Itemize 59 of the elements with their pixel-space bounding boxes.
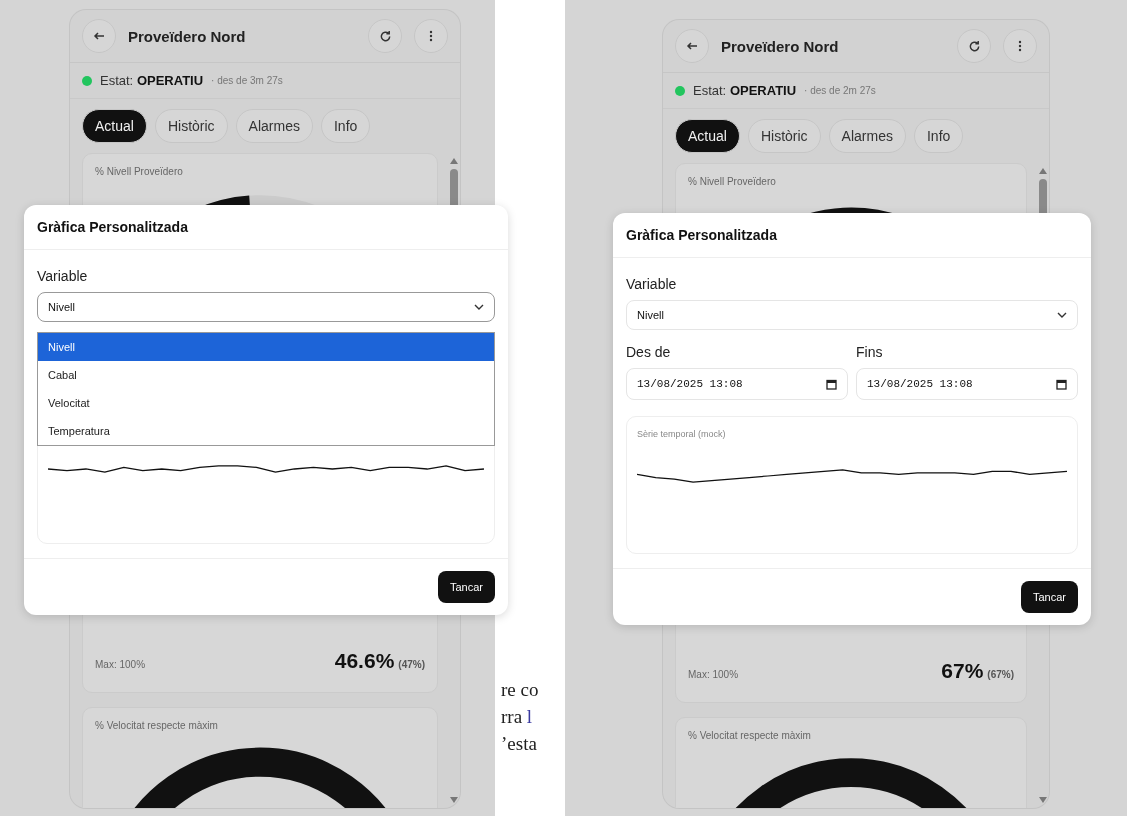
datetime-field[interactable]: 13/08/2025 13:08 — [856, 368, 1078, 400]
gauge-title: % Nivell Proveïdero — [688, 176, 777, 187]
tab[interactable]: Històric — [154, 109, 228, 143]
close-button[interactable]: Tancar — [437, 571, 495, 603]
document-text: re co — [501, 678, 540, 702]
field-label: Variable — [626, 276, 678, 292]
tab[interactable]: Actual — [82, 109, 147, 143]
status-text: Estat: OPERATIU — [100, 73, 204, 88]
tab[interactable]: Històric — [747, 119, 821, 153]
tab[interactable]: Info — [913, 119, 964, 153]
document-text: ’esta — [501, 732, 538, 756]
field-label: Des de — [626, 344, 672, 360]
calendar-icon — [1056, 378, 1067, 390]
gauge-value: 67% — [941, 659, 984, 682]
tab[interactable]: Info — [320, 109, 371, 143]
screen-title: Proveïdero Nord — [128, 27, 247, 45]
document-link[interactable]: l — [526, 706, 533, 727]
status-text: Estat: OPERATIU — [693, 83, 797, 98]
gauge-max: Max: 100% — [688, 669, 739, 680]
gauge-title: % Velocitat respecte màxim — [688, 730, 812, 741]
tab[interactable]: Actual — [675, 119, 740, 153]
refresh-button[interactable] — [957, 29, 991, 63]
field-label: Fins — [856, 344, 884, 360]
dialog-title: Gràfica Personalitzada — [613, 213, 1091, 258]
more-vertical-icon — [429, 30, 433, 42]
dropdown-option[interactable]: Nivell — [38, 333, 494, 361]
gauge-rounded-value: (67%) — [987, 669, 1014, 680]
datetime-field[interactable]: 13/08/2025 13:08 — [626, 368, 848, 400]
more-vertical-icon — [1018, 40, 1022, 52]
back-arrow-icon — [686, 41, 698, 51]
gauge-title: % Nivell Proveïdero — [95, 166, 184, 177]
field-label: Variable — [37, 268, 89, 284]
chevron-down-icon — [474, 304, 484, 310]
tab[interactable]: Alarmes — [828, 119, 906, 153]
refresh-button[interactable] — [368, 19, 402, 53]
variable-select[interactable]: Nivell — [626, 300, 1078, 330]
screen-title: Proveïdero Nord — [721, 37, 840, 55]
variable-select[interactable]: Nivell — [37, 292, 495, 322]
refresh-icon — [967, 39, 981, 53]
chart-label: Sèrie temporal (mock) — [637, 429, 727, 439]
back-button[interactable] — [675, 29, 709, 63]
status-duration: · des de 3m 27s — [211, 75, 283, 86]
document-text: rra l — [501, 705, 534, 729]
status-duration: · des de 2m 27s — [804, 85, 876, 96]
calendar-icon — [826, 378, 837, 390]
back-arrow-icon — [93, 31, 105, 41]
scroll-down-icon[interactable] — [449, 796, 459, 804]
scroll-down-icon[interactable] — [1038, 796, 1048, 804]
chevron-down-icon — [1057, 312, 1067, 318]
gauge-max: Max: 100% — [95, 659, 146, 670]
close-button[interactable]: Tancar — [1020, 581, 1078, 613]
tab[interactable]: Alarmes — [235, 109, 313, 143]
gauge-title: % Velocitat respecte màxim — [95, 720, 219, 731]
gauge-rounded-value: (47%) — [398, 659, 425, 670]
gauge-value: 46.6% — [334, 649, 395, 672]
back-button[interactable] — [82, 19, 116, 53]
scroll-up-icon[interactable] — [449, 157, 459, 165]
refresh-icon — [378, 29, 392, 43]
scroll-up-icon[interactable] — [1038, 167, 1048, 175]
